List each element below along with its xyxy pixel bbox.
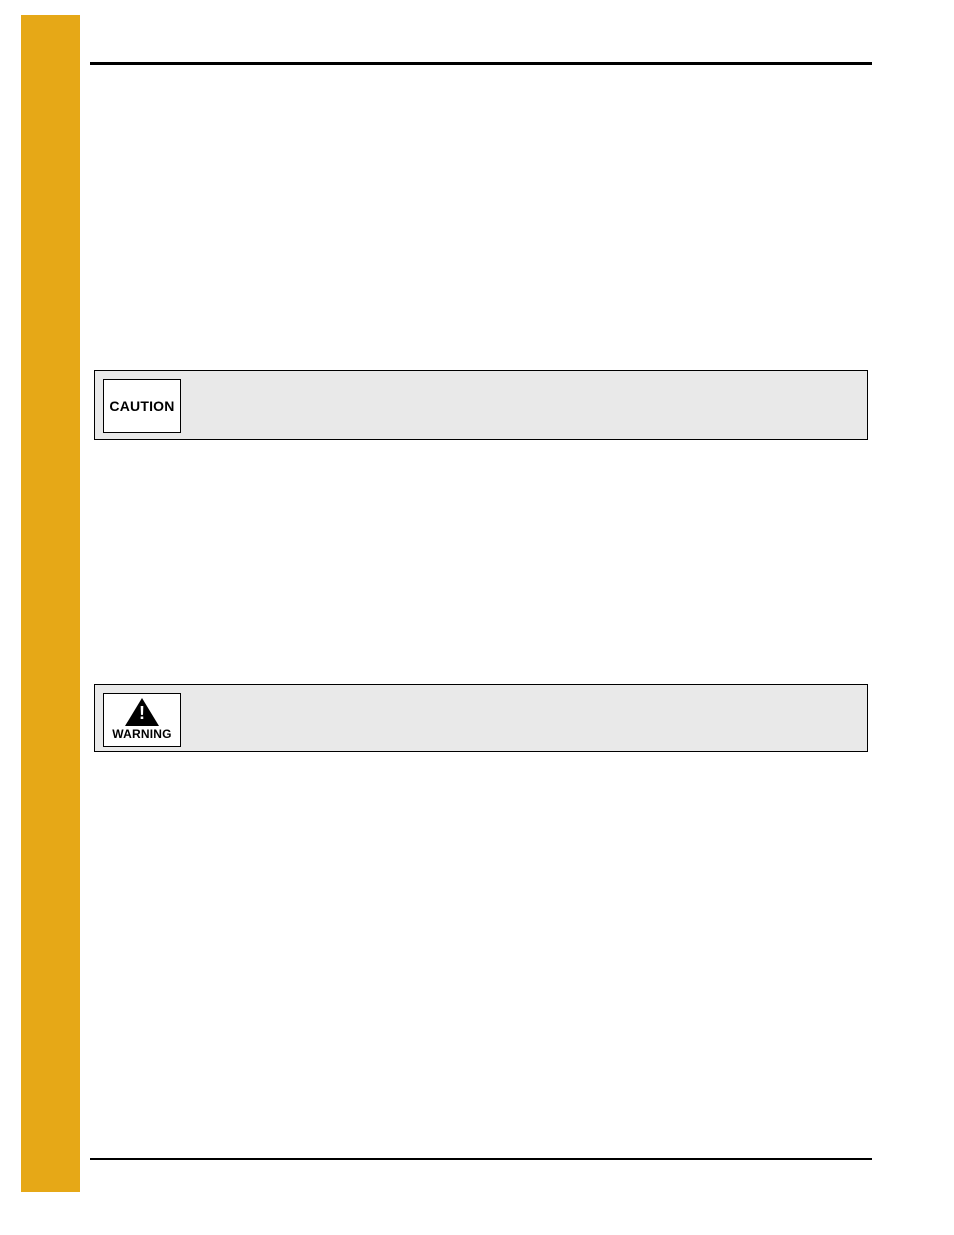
warning-label-text: WARNING — [112, 727, 171, 741]
caution-label-box: CAUTION — [103, 379, 181, 433]
caution-label-text: CAUTION — [109, 398, 174, 414]
header-rule — [90, 62, 872, 65]
warning-label-box: ! WARNING — [103, 693, 181, 747]
warning-callout: ! WARNING — [94, 684, 868, 752]
caution-callout: CAUTION — [94, 370, 868, 440]
warning-exclamation: ! — [139, 704, 145, 722]
footer-rule — [90, 1158, 872, 1160]
sidebar-accent-bar — [21, 15, 80, 1192]
warning-triangle-icon: ! — [125, 698, 159, 726]
